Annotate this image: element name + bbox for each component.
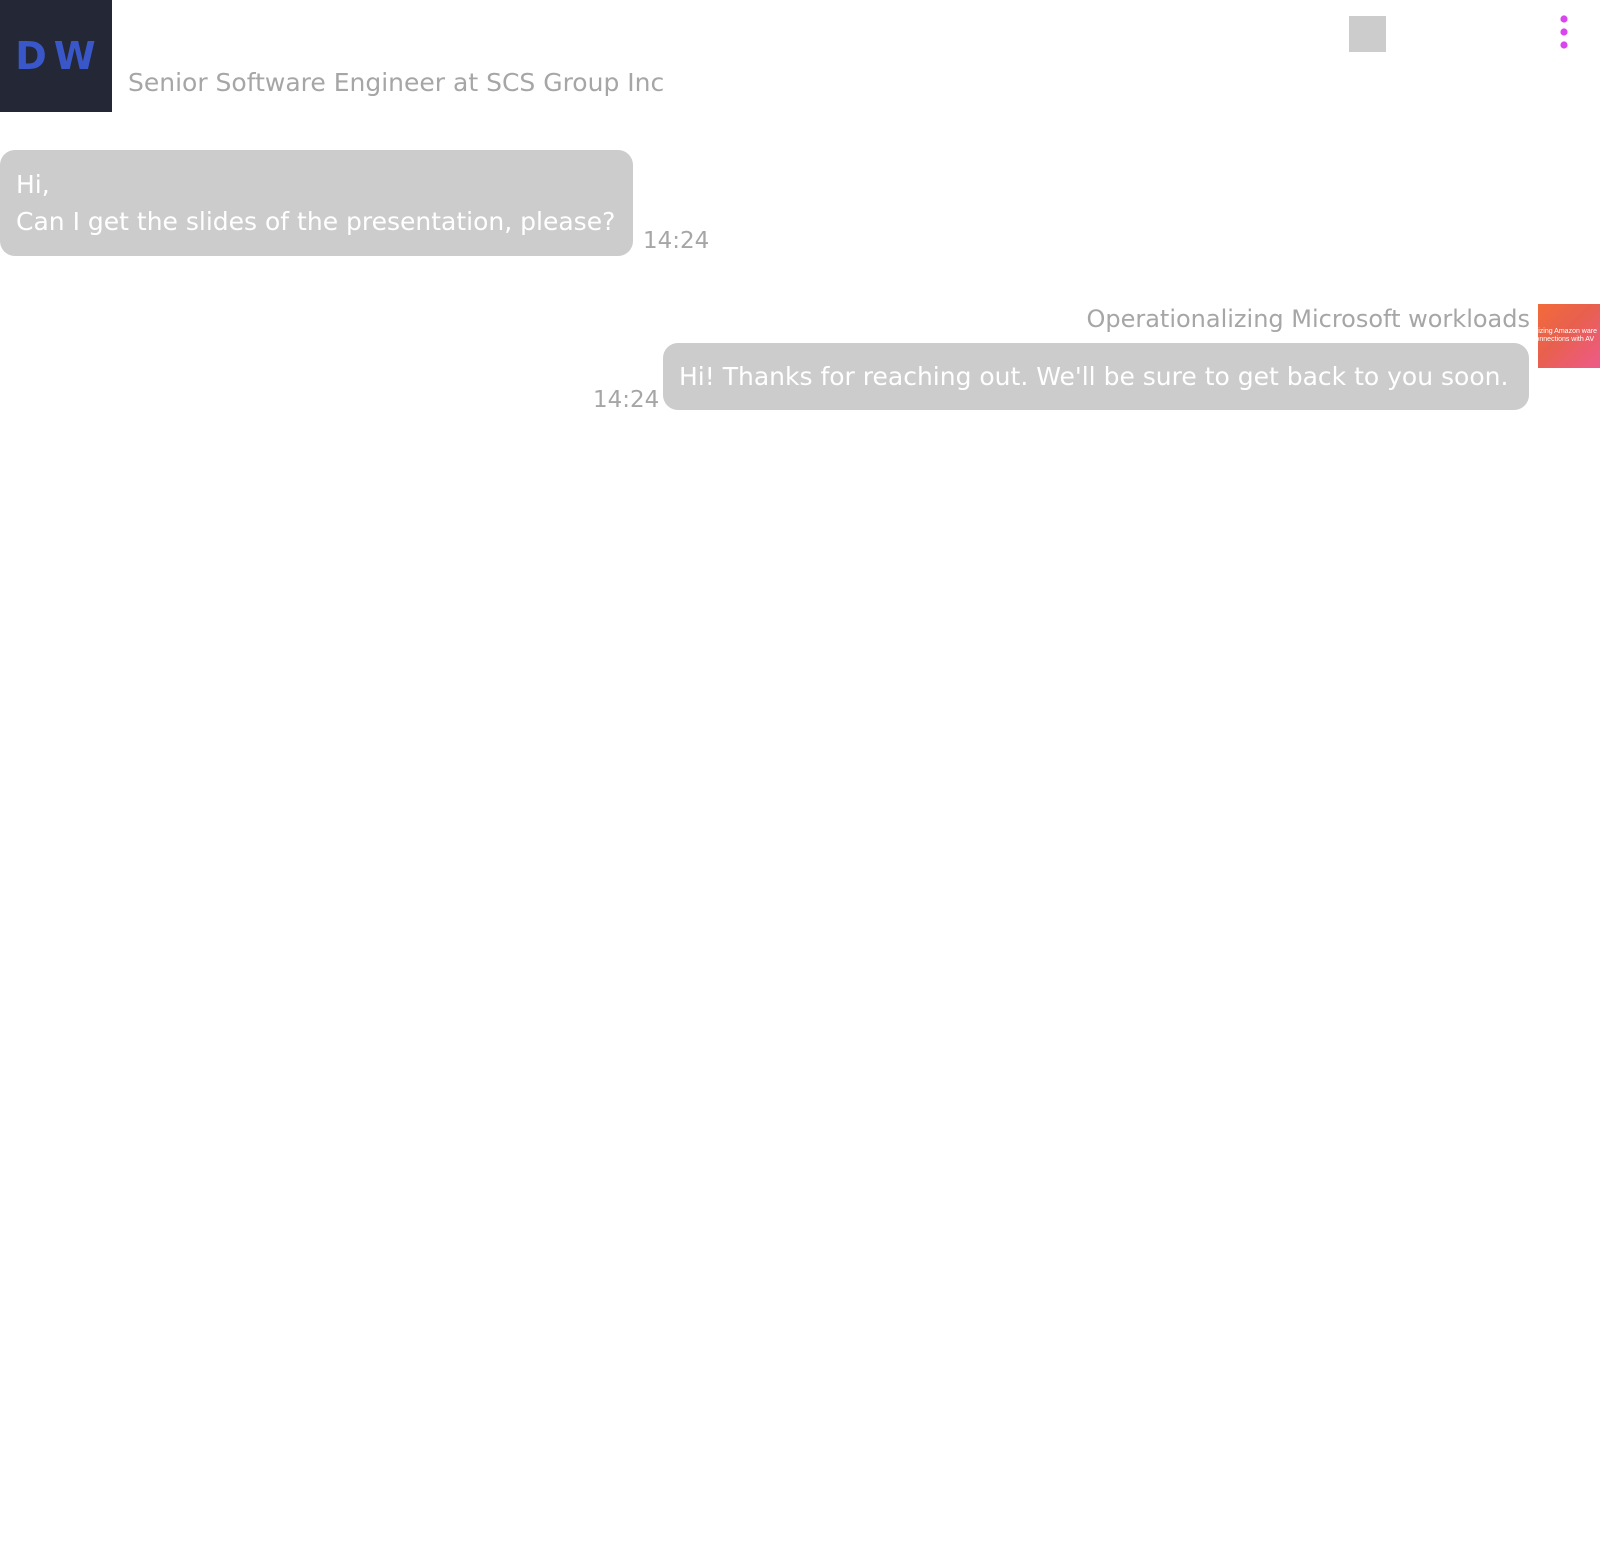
incoming-message-bubble: Hi, Can I get the slides of the presenta… [0,150,633,256]
message-text-line: Hi, [16,170,50,199]
more-vertical-icon[interactable] [1556,14,1572,50]
header-action-placeholder[interactable] [1349,16,1386,52]
thumbnail-text-line: rnizing Amazon ware [1538,328,1597,335]
contact-subtitle: Senior Software Engineer at SCS Group In… [128,68,665,97]
chat-view: DW Senior Software Engineer at SCS Group… [0,0,1600,1564]
message-timestamp: 14:24 [593,387,660,413]
message-text-line: Hi! Thanks for reaching out. We'll be su… [679,362,1509,391]
thumbnail-text-line: connections with AV [1538,336,1595,343]
outgoing-message-bubble: Hi! Thanks for reaching out. We'll be su… [663,343,1529,410]
avatar-initials: DW [15,34,103,78]
avatar[interactable]: DW [0,0,112,112]
message-text-line: Can I get the slides of the presentation… [16,207,616,236]
attachment-title[interactable]: Operationalizing Microsoft workloads [1086,305,1530,333]
attachment-thumbnail[interactable]: rnizing Amazon ware connections with AV [1538,304,1600,368]
message-timestamp: 14:24 [643,228,710,254]
